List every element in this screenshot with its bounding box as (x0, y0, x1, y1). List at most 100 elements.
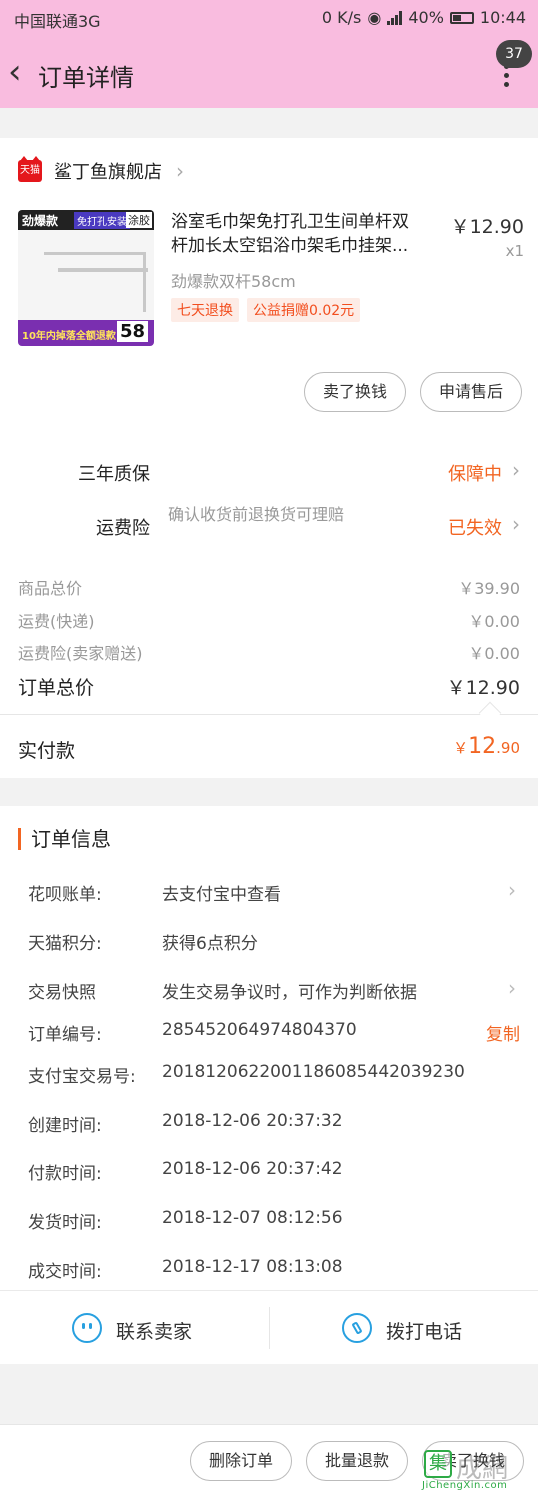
total-value: ￥12.90 (446, 677, 520, 699)
page-title: 订单详情 (38, 64, 134, 92)
shop-name: 鲨丁鱼旗舰店 (54, 162, 162, 183)
info-row-paid-time: 付款时间: 2018-12-06 20:37:42 (0, 1159, 538, 1189)
delete-order-button[interactable]: 删除订单 (189, 1441, 292, 1481)
info-value: 285452064974804370 (162, 1020, 357, 1040)
product-title[interactable]: 浴室毛巾架免打孔卫生间单杆双 杆加长太空铝浴巾架毛巾挂架... (171, 210, 451, 258)
shop-link[interactable]: 天猫 鲨丁鱼旗舰店 › (18, 156, 184, 184)
fee-value: ￥0.00 (468, 612, 520, 631)
order-info-card: 订单信息 花呗账单: 去支付宝中查看 › 天猫积分: 获得6点积分 交易快照 发… (0, 806, 538, 1290)
chevron-right-icon: › (176, 159, 184, 183)
contact-bar: 联系卖家 拨打电话 (0, 1290, 538, 1364)
fee-label: 运费险(卖家赠送) (18, 644, 143, 663)
battery-icon (449, 11, 474, 24)
info-value: 2018120622001186085442039230 (162, 1062, 465, 1082)
contact-seller-button[interactable]: 联系卖家 (0, 1291, 269, 1365)
total-label: 订单总价 (18, 677, 95, 699)
eye-icon: ◉ (367, 8, 382, 27)
divider-notch (478, 701, 502, 725)
call-phone-button[interactable]: 拨打电话 (270, 1291, 538, 1365)
info-key: 订单编号: (28, 1025, 102, 1045)
tmall-logo-icon: 天猫 (18, 156, 42, 182)
fee-value: ￥0.00 (468, 644, 520, 663)
service-warranty[interactable]: 三年质保 保障中 › (0, 446, 538, 502)
carrier-label: 中国联通3G (14, 12, 101, 31)
signal-icon (387, 10, 403, 25)
info-key: 天猫积分: (28, 934, 102, 954)
section-title: 订单信息 (18, 828, 111, 850)
towel-rack-illustration (44, 252, 146, 312)
info-row-snapshot[interactable]: 交易快照 发生交易争议时，可作为判断依据 › (0, 976, 538, 1008)
charity-tag: 公益捐赠0.02元 (247, 298, 361, 322)
product-quantity: x1 (505, 242, 524, 260)
info-value: 2018-12-06 20:37:42 (162, 1159, 343, 1179)
info-row-points: 天猫积分: 获得6点积分 (0, 929, 538, 959)
product-price: ￥12.90 (450, 216, 524, 238)
back-arrow-icon[interactable]: ‹ (8, 54, 38, 90)
chevron-right-icon: › (512, 512, 520, 536)
info-value: 去支付宝中查看 (162, 885, 281, 905)
service-name: 运费险 (96, 518, 150, 539)
product-thumbnail[interactable]: 劲爆款 免打孔安装 涂胶 10年内掉落全额退款! 58 (18, 210, 154, 346)
batch-refund-button[interactable]: 批量退款 (305, 1441, 408, 1481)
info-row-huabei[interactable]: 花呗账单: 去支付宝中查看 › (0, 878, 538, 910)
call-phone-label: 拨打电话 (386, 1321, 463, 1343)
info-value: 获得6点积分 (162, 934, 258, 954)
info-row-completed: 成交时间: 2018-12-17 08:13:08 (0, 1257, 538, 1287)
info-key: 创建时间: (28, 1116, 102, 1136)
after-sales-button[interactable]: 申请售后 (419, 372, 522, 412)
watermark-url: JiChengXin.com (422, 1480, 508, 1491)
nav-header: ‹ 订单详情 37 (0, 36, 538, 108)
info-key: 支付宝交易号: (28, 1067, 136, 1087)
site-watermark: 集 成網 JiChengXin.com (420, 1446, 530, 1492)
service-desc: 确认收货前退换货可理赔 (168, 505, 345, 524)
resell-button[interactable]: 卖了换钱 (303, 372, 406, 412)
fee-label: 运费(快递) (18, 612, 95, 631)
info-value: 2018-12-06 20:37:32 (162, 1111, 343, 1131)
fee-value: ￥39.90 (458, 579, 520, 598)
message-count-badge: 37 (496, 40, 532, 68)
contact-seller-label: 联系卖家 (116, 1321, 193, 1343)
service-status: 保障中 (448, 464, 502, 485)
chat-face-icon (72, 1313, 102, 1343)
order-card: 天猫 鲨丁鱼旗舰店 › 劲爆款 免打孔安装 涂胶 10年内掉落全额退款! 58 … (0, 138, 538, 778)
status-bar: 中国联通3G 0 K/s ◉ 40% 10:44 (0, 0, 538, 36)
fee-row: 商品总价 ￥39.90 (18, 575, 520, 603)
order-total-row: 订单总价 ￥12.90 (18, 673, 520, 701)
divider (0, 714, 538, 715)
info-row-alipay-id: 支付宝交易号: 2018120622001186085442039230 (0, 1062, 538, 1092)
info-key: 交易快照 (28, 983, 96, 1003)
info-value: 发生交易争议时，可作为判断依据 (162, 983, 417, 1003)
thumb-size: 58 (116, 321, 148, 342)
product-title-line: 杆加长太空铝浴巾架毛巾挂架... (171, 236, 409, 256)
network-speed: 0 K/s (321, 8, 362, 27)
battery-percent: 40% (408, 8, 444, 27)
thumb-tag: 劲爆款 (22, 214, 59, 228)
fee-row: 运费(快递) ￥0.00 (18, 608, 520, 636)
clock: 10:44 (479, 8, 526, 27)
product-title-line: 浴室毛巾架免打孔卫生间单杆双 (171, 212, 409, 232)
thumb-tag: 涂胶 (126, 212, 152, 228)
service-name: 三年质保 (78, 464, 150, 485)
info-key: 付款时间: (28, 1164, 102, 1184)
fee-label: 商品总价 (18, 579, 83, 598)
more-menu-icon[interactable] (504, 64, 510, 92)
watermark-logo: 集 (424, 1450, 452, 1478)
paid-label: 实付款 (18, 740, 76, 762)
info-row-created: 创建时间: 2018-12-06 20:37:32 (0, 1111, 538, 1141)
phone-icon (342, 1313, 372, 1343)
info-key: 花呗账单: (28, 885, 102, 905)
product-spec: 劲爆款双杆58cm (171, 272, 296, 291)
return-policy-tag: 七天退换 (171, 298, 239, 322)
paid-integer: 12 (468, 734, 497, 759)
service-shipping-insurance[interactable]: 运费险 确认收货前退换货可理赔 已失效 › (0, 500, 538, 556)
currency-symbol: ￥ (453, 739, 469, 757)
paid-decimal: .90 (496, 739, 520, 757)
info-row-order-id: 订单编号: 285452064974804370 复制 (0, 1020, 538, 1050)
info-value: 2018-12-07 08:12:56 (162, 1208, 343, 1228)
copy-button[interactable]: 复制 (486, 1020, 520, 1045)
chevron-right-icon: › (512, 458, 520, 482)
service-status: 已失效 (448, 518, 502, 539)
fee-row: 运费险(卖家赠送) ￥0.00 (18, 640, 520, 668)
info-value: 2018-12-17 08:13:08 (162, 1257, 343, 1277)
chevron-right-icon: › (508, 878, 516, 902)
